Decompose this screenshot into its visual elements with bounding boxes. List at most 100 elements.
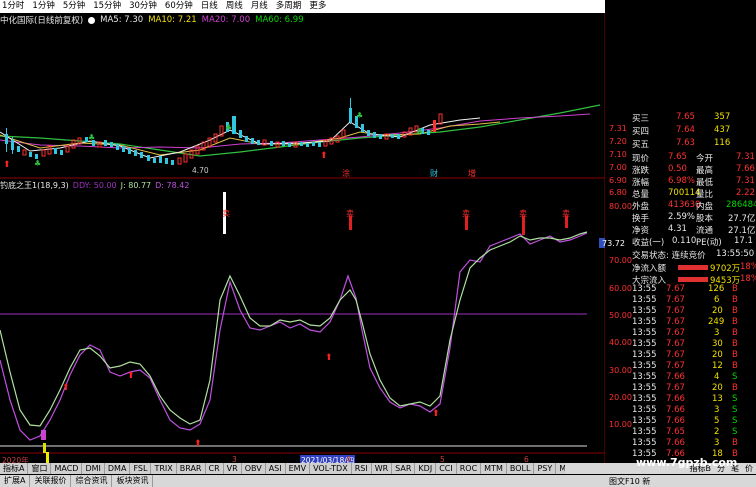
period-tab-5min[interactable]: 5分钟 <box>59 0 89 13</box>
tab-emv[interactable]: EMV <box>286 463 311 474</box>
bid-label: 买四 <box>632 127 650 137</box>
bid-price: 7.65 <box>676 112 695 122</box>
bid-label: 买五 <box>632 140 650 150</box>
indicator-tabs: 指标A 窗口 MACD DMI DMA FSL TRIX BRAR CR VR … <box>0 463 605 474</box>
period-tab-30min[interactable]: 30分钟 <box>125 0 161 13</box>
stat-value: 2.59% <box>668 212 696 222</box>
stat-value: 7.66 <box>736 164 755 174</box>
ma10-value: MA10: 7.21 <box>148 15 197 25</box>
stat-label: 今开 <box>696 154 714 164</box>
trade-row: 13:55 7.67 20 B <box>632 306 738 316</box>
period-tab-more[interactable]: 更多 <box>305 0 330 13</box>
flow-pct: 18% <box>740 262 756 272</box>
tab-window[interactable]: 窗口 <box>28 463 52 474</box>
mark-zeng: 增 <box>468 168 476 178</box>
tab-dma[interactable]: DMA <box>105 463 131 474</box>
tab-kdj[interactable]: KDJ <box>415 463 437 474</box>
tab-dmi[interactable]: DMI <box>82 463 105 474</box>
tab-brar[interactable]: BRAR <box>177 463 206 474</box>
price-axis-label: 6.80 <box>609 188 627 197</box>
stat-label: 股本 <box>696 214 714 224</box>
tab-rsi[interactable]: RSI <box>352 463 372 474</box>
ma-settings-icon[interactable] <box>88 16 96 24</box>
tab-mtm[interactable]: MTM <box>481 463 507 474</box>
svg-text:⬆: ⬆ <box>62 383 70 393</box>
svg-text:⬆: ⬆ <box>320 151 328 161</box>
trade-row: 13:55 7.66 5 S <box>632 416 738 426</box>
stock-title: 中化国际(日线前复权) <box>0 16 84 26</box>
chart-canvas[interactable]: ⬆ ♣ ♣ ♣ ♣ ⬆ ♣ 4.70 涂 财 增 卖 卖 卖 卖 卖 ⬆ ⬆ ⬆… <box>0 0 605 463</box>
trade-status-time: 13:55:50 <box>716 249 755 259</box>
stat-value: 4.31 <box>668 224 687 234</box>
bid-volume: 357 <box>714 112 731 122</box>
extension-tabs: 扩展A 关联报价 综合资讯 板块资讯 <box>0 475 605 487</box>
price-axis-label: 7.20 <box>609 137 627 146</box>
mark-tuo: 涂 <box>342 168 350 178</box>
svg-text:⬆: ⬆ <box>127 371 135 381</box>
tab-fsl[interactable]: FSL <box>130 463 152 474</box>
tab-asi[interactable]: ASI <box>266 463 286 474</box>
svg-text:♣: ♣ <box>34 159 41 168</box>
svg-text:⬆: ⬆ <box>325 353 333 363</box>
stat-row: 换手 2.59% 股本 27.7亿 <box>628 212 756 224</box>
d-line <box>0 232 588 441</box>
stat-value: 27.7亿 <box>728 214 756 224</box>
mark-cai: 财 <box>430 168 438 178</box>
trade-row: 13:55 7.66 13 S <box>632 394 738 404</box>
bid-label: 买三 <box>632 114 650 124</box>
tab-cr[interactable]: CR <box>206 463 224 474</box>
tab-obv[interactable]: OBV <box>242 463 266 474</box>
tab-boll[interactable]: BOLL <box>507 463 535 474</box>
tab-general-news[interactable]: 综合资讯 <box>71 475 113 487</box>
tab-sector-news[interactable]: 板块资讯 <box>112 475 154 487</box>
stat-row: 涨幅 6.98% 最低 7.31 <box>628 176 756 188</box>
svg-text:♣: ♣ <box>356 111 363 120</box>
period-tab-1min[interactable]: 1分钟 <box>28 0 58 13</box>
stat-label: PE(动) <box>696 238 722 248</box>
tab-f10[interactable]: 图文F10 新 <box>609 476 650 487</box>
period-tab-60min[interactable]: 60分钟 <box>161 0 197 13</box>
stat-label: 涨跌 <box>632 166 650 176</box>
bid-volume: 116 <box>714 138 731 148</box>
tab-psy[interactable]: PSY <box>534 463 557 474</box>
tab-related-quotes[interactable]: 关联报价 <box>30 475 72 487</box>
period-tab-week[interactable]: 周线 <box>222 0 247 13</box>
indicator-name[interactable]: 钓底之王1(18,9,3) <box>0 180 69 191</box>
flow-pct: 18% <box>740 274 756 284</box>
bid-row[interactable]: 买四 7.64 437 <box>628 125 756 137</box>
svg-text:♣: ♣ <box>416 127 423 136</box>
trade-row: 13:55 7.67 20 B <box>632 383 738 393</box>
stat-label: 总量 <box>632 190 650 200</box>
price-axis-label: 7.31 <box>609 124 627 133</box>
period-tab-multi[interactable]: 多周期 <box>272 0 306 13</box>
bid-row[interactable]: 买三 7.65 357 <box>628 112 756 124</box>
svg-text:⬆: ⬆ <box>432 409 440 419</box>
tab-roc[interactable]: ROC <box>457 463 482 474</box>
tab-vol-tdx[interactable]: VOL-TDX <box>310 463 352 474</box>
bid-row[interactable]: 买五 7.63 116 <box>628 138 756 150</box>
sell-label-5: 卖 <box>562 209 570 218</box>
stat-row: 外盘 413630 内盘 286484 <box>628 200 756 212</box>
flow-label: 净流入额 <box>632 264 667 274</box>
tab-trix[interactable]: TRIX <box>151 463 177 474</box>
tab-extension-a[interactable]: 扩展A <box>0 475 31 487</box>
stat-label: 外盘 <box>632 202 650 212</box>
stat-label: 净资 <box>632 226 650 236</box>
period-tab-1min-time[interactable]: 1分时 <box>0 0 28 13</box>
flow-value: 9702万 <box>710 264 741 274</box>
period-tab-15min[interactable]: 15分钟 <box>89 0 125 13</box>
tab-vr[interactable]: VR <box>224 463 242 474</box>
tab-sar[interactable]: SAR <box>392 463 416 474</box>
tab-indicator-a[interactable]: 指标A <box>0 463 29 474</box>
tab-cci[interactable]: CCI <box>436 463 457 474</box>
period-tab-day[interactable]: 日线 <box>197 0 222 13</box>
period-tab-month[interactable]: 月线 <box>247 0 272 13</box>
tab-wr[interactable]: WR <box>372 463 393 474</box>
bid-volume: 437 <box>714 125 731 135</box>
flow-row: 净流入额 9702万 18% <box>628 262 756 274</box>
bid-price: 7.63 <box>676 138 695 148</box>
stat-label: 收益(一) <box>632 238 665 248</box>
tab-macd[interactable]: MACD <box>51 463 83 474</box>
tab-jia[interactable]: 价 <box>742 463 756 474</box>
j-line <box>0 231 588 427</box>
